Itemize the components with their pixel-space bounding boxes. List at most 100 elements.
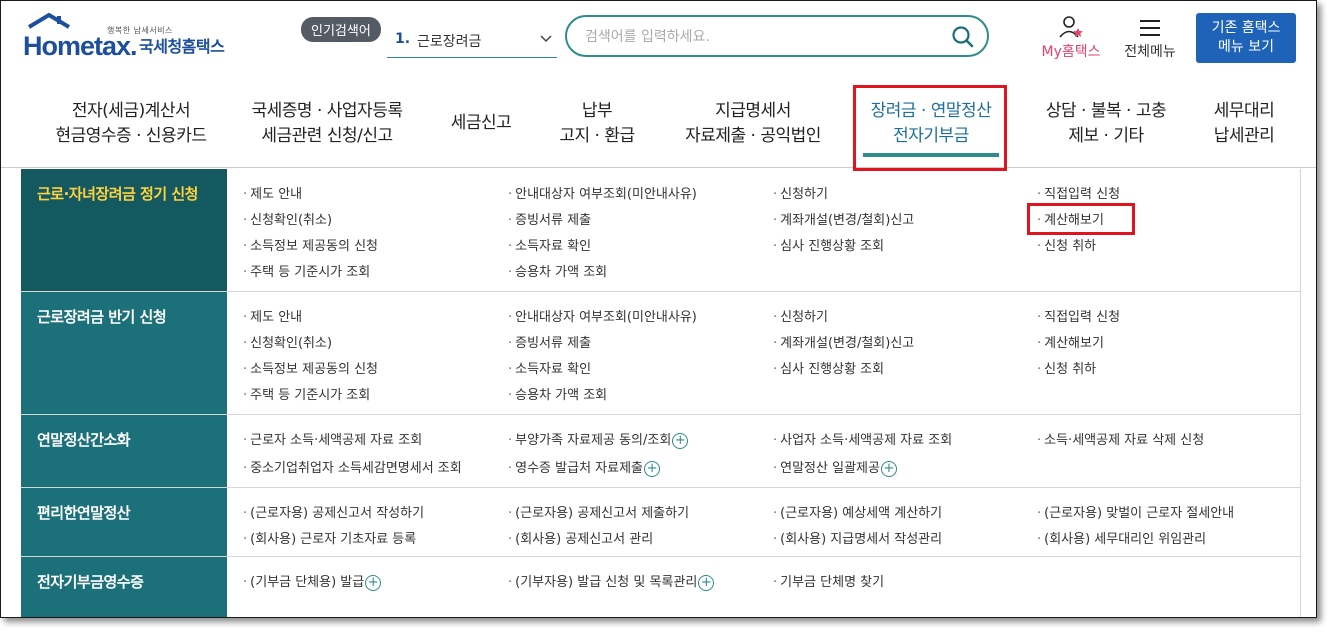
submenu-link[interactable]: (기부금 단체용) 발급+ (243, 571, 382, 591)
search-box (565, 15, 989, 57)
nav-item-line1: 상담 · 불복 · 고충 (1045, 101, 1167, 121)
submenu-row-title[interactable]: 근로·자녀장려금 정기 신청 (21, 169, 227, 291)
submenu-link[interactable]: (근로자용) 예상세액 계산하기 (773, 502, 942, 521)
submenu-link[interactable]: (기부자용) 발급 신청 및 목록관리+ (508, 571, 715, 591)
chevron-down-icon (540, 35, 552, 43)
submenu-link[interactable]: 안내대상자 여부조회(미안내사유) (508, 183, 697, 202)
plus-circle-icon[interactable]: + (672, 432, 689, 449)
nav-item-certificate[interactable]: 국세증명 · 사업자등록 세금관련 신청/신고 (237, 99, 417, 149)
highlight-box-nav (853, 85, 1007, 171)
submenu-link[interactable]: 신청 취하 (1037, 358, 1096, 377)
submenu-link[interactable]: 계좌개설(변경/철회)신고 (773, 332, 914, 351)
submenu-link[interactable]: 소득·세액공제 자료 삭제 신청 (1037, 429, 1204, 448)
submenu-link-text: (기부자용) 발급 신청 및 목록관리 (515, 575, 698, 590)
submenu-row-title[interactable]: 편리한연말정산 (21, 488, 227, 556)
nav-item-line1: 세무대리 (1213, 101, 1275, 121)
nav-item-line2: 세금관련 신청/신고 (261, 126, 393, 146)
nav-item-line1: 전자(세금)계산서 (71, 101, 191, 121)
submenu-link[interactable]: 안내대상자 여부조회(미안내사유) (508, 306, 697, 325)
submenu-link[interactable]: (회사용) 세무대리인 위임관리 (1037, 528, 1206, 547)
submenu-link[interactable]: 근로자 소득·세액공제 자료 조회 (243, 429, 422, 448)
submenu-link[interactable]: (근로자용) 공제신고서 작성하기 (243, 502, 424, 521)
submenu-link[interactable]: 승용차 가액 조회 (508, 384, 607, 403)
submenu-link[interactable]: 계산해보기 (1037, 332, 1104, 351)
all-menu-button[interactable]: 전체메뉴 (1117, 15, 1183, 61)
submenu-link-text: 부양가족 자료제공 동의/조회 (515, 433, 672, 448)
logo-wordmark: Hometax. (23, 31, 138, 61)
submenu-link[interactable]: (근로자용) 맞벌이 근로자 절세안내 (1037, 502, 1234, 521)
submenu-row-title-text: 근로·자녀장려금 정기 신청 (37, 185, 198, 203)
submenu-link[interactable]: 영수증 발급처 자료제출+ (508, 457, 661, 477)
hometax-logo[interactable]: 행복한 납세서비스 Hometax. 국세청홈택스 (21, 13, 241, 65)
popular-search-rank: 1. (395, 31, 411, 47)
submenu-link[interactable]: 중소기업취업자 소득세감면명세서 조회 (243, 457, 462, 476)
my-hometax-button[interactable]: My홈택스 (1035, 15, 1107, 61)
submenu-link[interactable]: 소득자료 확인 (508, 235, 591, 254)
submenu-row-title[interactable]: 근로장려금 반기 신청 (21, 292, 227, 414)
search-icon[interactable] (951, 25, 975, 49)
submenu-link[interactable]: 제도 안내 (243, 306, 302, 325)
popular-search-dropdown[interactable]: 1. 근로장려금 (387, 25, 557, 58)
all-menu-label: 전체메뉴 (1124, 44, 1176, 60)
plus-circle-icon[interactable]: + (698, 574, 715, 591)
nav-item-e-invoice[interactable]: 전자(세금)계산서 현금영수증 · 신용카드 (41, 99, 221, 149)
nav-item-line2: 납세관리 (1213, 126, 1275, 146)
plus-circle-icon[interactable]: + (365, 574, 382, 591)
submenu-link[interactable]: 부양가족 자료제공 동의/조회+ (508, 429, 689, 449)
plus-circle-icon[interactable]: + (644, 460, 661, 477)
submenu-row-title[interactable]: 전자기부금영수증 (21, 557, 227, 617)
submenu-link[interactable]: 심사 진행상황 조회 (773, 358, 884, 377)
submenu-link[interactable]: 신청확인(취소) (243, 332, 332, 351)
nav-item-payment[interactable]: 납부 고지 · 환급 (541, 99, 653, 149)
submenu-link[interactable]: 사업자 소득·세액공제 자료 조회 (773, 429, 952, 448)
user-icon (1059, 16, 1083, 38)
submenu-row-simplified: 연말정산간소화 근로자 소득·세액공제 자료 조회 부양가족 자료제공 동의/조… (21, 415, 1301, 488)
hamburger-menu-icon (1140, 20, 1160, 36)
submenu-link[interactable]: 직접입력 신청 (1037, 306, 1120, 325)
submenu-link[interactable]: 소득정보 제공동의 신청 (243, 235, 378, 254)
plus-circle-icon[interactable]: + (880, 460, 897, 477)
old-hometax-menu-button[interactable]: 기존 홈택스 메뉴 보기 (1196, 13, 1296, 63)
submenu-link[interactable]: 제도 안내 (243, 183, 302, 202)
nav-item-line1: 세금신고 (450, 113, 512, 133)
table-right-border (1300, 169, 1301, 617)
submenu-link[interactable]: 신청확인(취소) (243, 209, 332, 228)
submenu-link[interactable]: (회사용) 근로자 기초자료 등록 (243, 528, 416, 547)
submenu-table: 근로·자녀장려금 정기 신청 제도 안내 안내대상자 여부조회(미안내사유) 신… (21, 169, 1301, 617)
submenu-link[interactable]: 직접입력 신청 (1037, 183, 1120, 202)
hometax-window: 행복한 납세서비스 Hometax. 국세청홈택스 인기검색어 1. 근로장려금… (0, 0, 1317, 618)
nav-item-line2: 자료제출 · 공익법인 (685, 126, 821, 146)
submenu-link[interactable]: 소득자료 확인 (508, 358, 591, 377)
logo-subtitle: 국세청홈택스 (139, 37, 225, 56)
nav-item-line2: 제보 · 기타 (1068, 126, 1144, 146)
submenu-link[interactable]: 신청하기 (773, 183, 828, 202)
old-menu-line2: 메뉴 보기 (1218, 39, 1274, 55)
nav-item-line1: 국세증명 · 사업자등록 (251, 101, 403, 121)
submenu-link[interactable]: (근로자용) 공제신고서 제출하기 (508, 502, 689, 521)
submenu-link[interactable]: 신청 취하 (1037, 235, 1096, 254)
submenu-link[interactable]: 계좌개설(변경/철회)신고 (773, 209, 914, 228)
popular-search-keyword: 근로장려금 (417, 34, 482, 50)
submenu-link[interactable]: 증빙서류 제출 (508, 209, 591, 228)
submenu-link-text: 영수증 발급처 자료제출 (515, 461, 644, 476)
nav-item-tax-report[interactable]: 세금신고 (437, 111, 525, 136)
submenu-link[interactable]: 기부금 단체명 찾기 (773, 571, 884, 590)
submenu-link[interactable]: (회사용) 지급명세서 작성관리 (773, 528, 942, 547)
nav-item-consulting[interactable]: 상담 · 불복 · 고충 제보 · 기타 (1031, 99, 1181, 149)
submenu-link[interactable]: 연말정산 일괄제공+ (773, 457, 897, 477)
search-input[interactable] (583, 25, 947, 49)
submenu-link[interactable]: 주택 등 기준시가 조회 (243, 384, 370, 403)
nav-item-line2: 현금영수증 · 신용카드 (55, 126, 207, 146)
submenu-link[interactable]: (회사용) 공제신고서 관리 (508, 528, 653, 547)
submenu-link[interactable]: 심사 진행상황 조회 (773, 235, 884, 254)
submenu-link[interactable]: 신청하기 (773, 306, 828, 325)
submenu-link-text: (기부금 단체용) 발급 (250, 575, 365, 590)
submenu-link[interactable]: 승용차 가액 조회 (508, 261, 607, 280)
submenu-row-title[interactable]: 연말정산간소화 (21, 415, 227, 487)
submenu-link[interactable]: 소득정보 제공동의 신청 (243, 358, 378, 377)
submenu-link[interactable]: 증빙서류 제출 (508, 332, 591, 351)
submenu-link[interactable]: 주택 등 기준시가 조회 (243, 261, 370, 280)
nav-item-tax-agent[interactable]: 세무대리 납세관리 (1199, 99, 1289, 149)
my-hometax-label: My홈택스 (1041, 44, 1101, 60)
nav-item-payment-statement[interactable]: 지급명세서 자료제출 · 공익법인 (671, 99, 835, 149)
